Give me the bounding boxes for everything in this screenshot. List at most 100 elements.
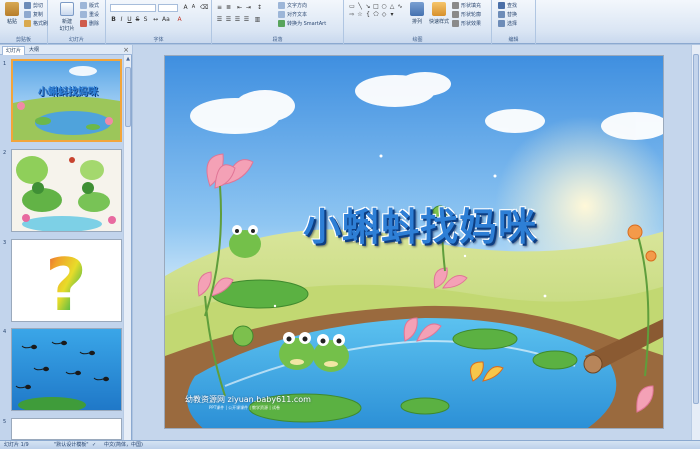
shape-brace-icon[interactable]: { xyxy=(364,11,372,18)
clear-format-icon[interactable]: ⌫ xyxy=(200,4,208,11)
pen-icon xyxy=(452,11,459,18)
strikethrough-icon[interactable]: S xyxy=(134,16,141,23)
binoculars-icon xyxy=(498,2,505,9)
text-direction-icon xyxy=(278,2,285,9)
new-slide-button[interactable]: 新建 幻灯片 xyxy=(56,2,78,32)
spellcheck-icon[interactable]: ✓ xyxy=(92,441,96,449)
shape-effects-button[interactable]: 形状效果 xyxy=(452,20,481,27)
slides-group-label: 幻灯片 xyxy=(68,37,84,43)
slide-thumbnail-3[interactable]: ? xyxy=(11,239,122,322)
align-right-icon[interactable]: ☰ xyxy=(234,16,241,23)
slide-thumbnail-4[interactable] xyxy=(11,328,122,411)
numbering-icon[interactable]: ≣ xyxy=(225,4,232,11)
paragraph-group: ≡ ≣ ⇤ ⇥ ↕ ☰ ☰ ☰ ☰ ▥ 文字方向 对齐文本 转换为 SmartA… xyxy=(212,0,344,44)
shape-pentagon-icon[interactable]: ⬠ xyxy=(372,11,380,18)
change-case-icon[interactable]: Aa xyxy=(162,16,170,23)
shape-rect-icon[interactable]: ▭ xyxy=(348,3,356,10)
effects-icon xyxy=(452,20,459,27)
paste-button[interactable]: 粘贴 xyxy=(2,2,22,32)
new-slide-icon xyxy=(60,2,74,16)
font-group-label: 字体 xyxy=(153,37,164,43)
arrange-icon xyxy=(410,2,424,16)
decrease-indent-icon[interactable]: ⇤ xyxy=(236,4,243,11)
panel-scroll-thumb[interactable] xyxy=(125,67,131,127)
shrink-font-icon[interactable]: A xyxy=(190,4,197,11)
bullets-icon[interactable]: ≡ xyxy=(216,4,223,11)
theme-name: "默认设计模板" xyxy=(54,442,89,448)
slide-thumbnail-5[interactable] xyxy=(11,418,122,440)
arrange-button[interactable]: 排列 xyxy=(408,2,426,32)
slide-number: 5 xyxy=(3,419,7,425)
slide-title[interactable]: 小蝌蚪找妈咪 xyxy=(240,196,600,251)
quick-styles-button[interactable]: 快速样式 xyxy=(428,2,450,32)
watermark-subtext: PPT课件 | 公开课课件 | 教学资源 | 试卷 xyxy=(209,405,280,410)
slide-thumbnail-1[interactable]: 小蝌蚪找妈咪 xyxy=(11,59,122,142)
copy-icon xyxy=(24,11,31,18)
increase-indent-icon[interactable]: ⇥ xyxy=(245,4,252,11)
shape-oval-icon[interactable]: ○ xyxy=(380,3,388,10)
format-painter-button[interactable]: 格式刷 xyxy=(24,20,48,27)
panel-tabs: 幻灯片 大纲 × xyxy=(0,45,132,55)
tab-outline[interactable]: 大纲 xyxy=(26,46,42,55)
quick-styles-icon xyxy=(432,2,446,16)
shape-fill-button[interactable]: 形状填充 xyxy=(452,2,481,9)
find-button[interactable]: 查找 xyxy=(498,2,517,9)
replace-icon xyxy=(498,11,505,18)
scissors-icon xyxy=(24,2,31,9)
align-left-icon[interactable]: ☰ xyxy=(216,16,223,23)
shape-arrow-icon[interactable]: ↘ xyxy=(364,3,372,10)
select-button[interactable]: 选择 xyxy=(498,20,517,27)
shape-right-arrow-icon[interactable]: ⇨ xyxy=(348,11,356,18)
justify-icon[interactable]: ☰ xyxy=(243,16,250,23)
align-text-button[interactable]: 对齐文本 xyxy=(278,11,307,18)
shape-callout-icon[interactable]: ◇ xyxy=(380,11,388,18)
line-spacing-icon[interactable]: ↕ xyxy=(256,4,263,11)
editor-scroll-thumb[interactable] xyxy=(693,54,699,404)
slide-thumbnail-2[interactable] xyxy=(11,149,122,232)
char-spacing-icon[interactable]: ↔ xyxy=(152,16,159,23)
smartart-button[interactable]: 转换为 SmartArt xyxy=(278,20,326,27)
tab-slides[interactable]: 幻灯片 xyxy=(2,46,26,55)
paint-bucket-icon xyxy=(452,2,459,9)
editor-scrollbar[interactable] xyxy=(691,45,700,440)
reset-button[interactable]: 重设 xyxy=(80,11,99,18)
font-name-combo[interactable] xyxy=(110,4,156,12)
editing-group-label: 编辑 xyxy=(508,37,519,43)
paintbrush-icon xyxy=(24,20,31,27)
delete-slide-button[interactable]: 删除 xyxy=(80,20,99,27)
shape-triangle-icon[interactable]: △ xyxy=(388,3,396,10)
drawing-group: ▭ ╲ ↘ □ ○ △ ∿ ⇨ ☆ { ⬠ ◇ ▾ 排列 快速样式 形状填充 形… xyxy=(344,0,492,44)
thumbnail-1-art xyxy=(13,61,120,140)
replace-button[interactable]: 替换 xyxy=(498,11,517,18)
grow-font-icon[interactable]: A xyxy=(182,4,189,11)
align-center-icon[interactable]: ☰ xyxy=(225,16,232,23)
current-slide[interactable]: 小蝌蚪找妈咪 幼教资源网 ziyuan.baby611.com PPT课件 | … xyxy=(164,55,664,429)
font-size-combo[interactable] xyxy=(158,4,178,12)
shape-curve-icon[interactable]: ∿ xyxy=(396,3,404,10)
panel-scrollbar[interactable]: ▲ xyxy=(123,55,131,440)
thumbnail-1-title: 小蝌蚪找妈咪 xyxy=(38,87,98,98)
shape-more-icon[interactable]: ▾ xyxy=(388,11,396,18)
slide-number: 4 xyxy=(3,329,7,335)
underline-icon[interactable]: U xyxy=(126,16,133,23)
thumbnail-3-art: ? xyxy=(12,240,121,321)
shape-star-icon[interactable]: ☆ xyxy=(356,11,364,18)
columns-icon[interactable]: ▥ xyxy=(254,16,261,23)
text-direction-button[interactable]: 文字方向 xyxy=(278,2,307,9)
editing-group: 查找 替换 选择 编辑 xyxy=(492,0,536,44)
cut-button[interactable]: 剪切 xyxy=(24,2,43,9)
align-text-icon xyxy=(278,11,285,18)
layout-button[interactable]: 版式 xyxy=(80,2,99,9)
scroll-up-icon[interactable]: ▲ xyxy=(124,55,132,63)
shadow-icon[interactable]: S xyxy=(142,16,149,23)
drawing-group-label: 绘图 xyxy=(412,37,423,43)
slide-number: 1 xyxy=(3,61,7,67)
shape-square-icon[interactable]: □ xyxy=(372,3,380,10)
italic-icon[interactable]: I xyxy=(118,16,125,23)
copy-button[interactable]: 复制 xyxy=(24,11,43,18)
font-color-icon[interactable]: A xyxy=(176,16,183,23)
close-icon[interactable]: × xyxy=(123,45,129,55)
shape-outline-button[interactable]: 形状轮廓 xyxy=(452,11,481,18)
shape-line-icon[interactable]: ╲ xyxy=(356,3,364,10)
bold-icon[interactable]: B xyxy=(110,16,117,23)
